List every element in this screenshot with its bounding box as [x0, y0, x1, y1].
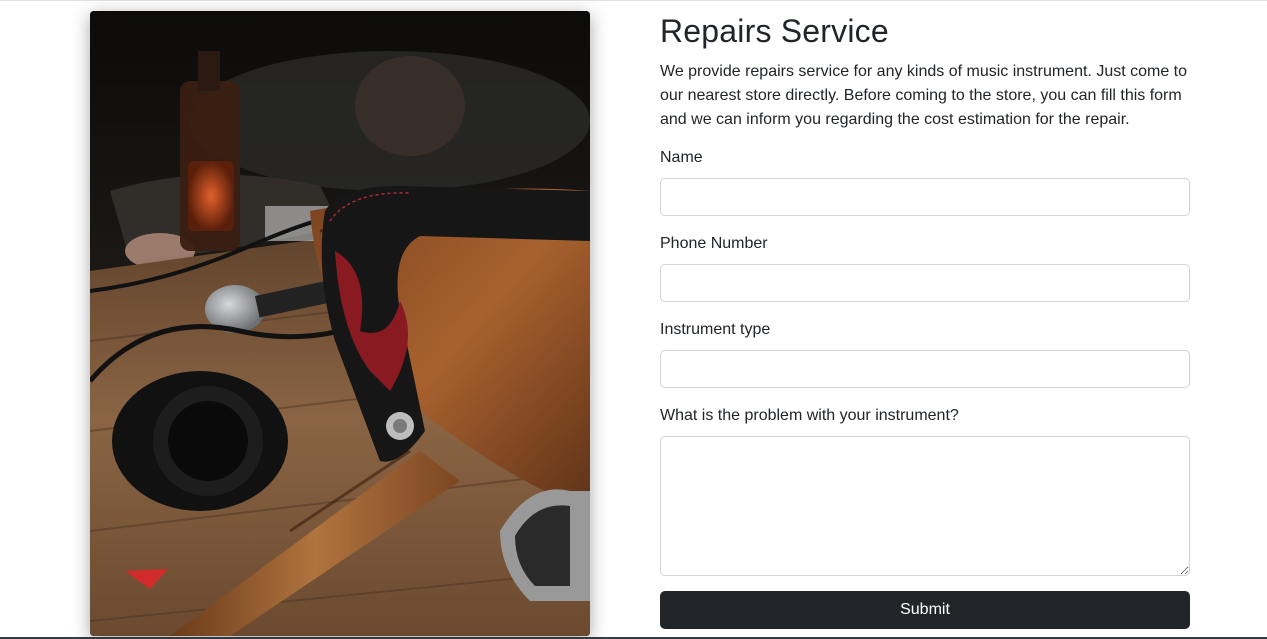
- name-label: Name: [660, 149, 703, 166]
- top-divider: [0, 0, 1267, 1]
- instrument-group: Instrument type: [660, 318, 1190, 388]
- problem-textarea[interactable]: [660, 436, 1190, 576]
- repair-form-panel: Repairs Service We provide repairs servi…: [660, 12, 1190, 629]
- problem-label: What is the problem with your instrument…: [660, 407, 959, 424]
- submit-button[interactable]: Submit: [660, 591, 1190, 629]
- name-group: Name: [660, 146, 1190, 216]
- page-title: Repairs Service: [660, 13, 889, 49]
- phone-group: Phone Number: [660, 232, 1190, 302]
- guitar-photo: [90, 11, 590, 636]
- page-description: We provide repairs service for any kinds…: [660, 63, 1188, 128]
- name-input[interactable]: [660, 178, 1190, 216]
- problem-group: What is the problem with your instrument…: [660, 404, 1190, 576]
- instrument-input[interactable]: [660, 350, 1190, 388]
- phone-label: Phone Number: [660, 235, 768, 252]
- instrument-label: Instrument type: [660, 321, 771, 338]
- phone-input[interactable]: [660, 264, 1190, 302]
